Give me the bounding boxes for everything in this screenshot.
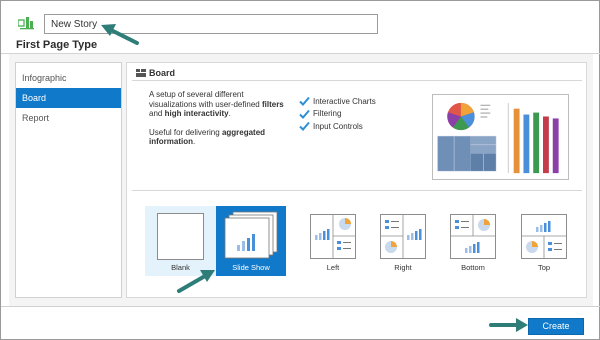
checkmark-icon [299,109,310,119]
checkmark-icon [299,97,310,107]
layout-option-top[interactable] [521,214,567,259]
feature-interactive-charts: Interactive Charts [299,95,376,108]
layout-label-slide-show: Slide Show [232,263,270,272]
board-description: A setup of several different visualizati… [149,90,289,156]
board-title: Board [149,68,176,78]
layout-label-left: Left [326,263,340,272]
feature-input-controls: Input Controls [299,120,376,133]
layout-divider [132,190,582,191]
footer-divider [1,306,600,307]
board-icon [136,69,146,77]
story-app-icon [18,17,34,30]
board-preview-image [432,94,569,180]
first-page-type-heading: First Page Type [16,39,98,51]
sidebar-item-infographic[interactable]: Infographic [16,68,121,88]
layout-option-left[interactable] [310,214,356,259]
annotation-arrow-icon [101,24,139,45]
create-button[interactable]: Create [528,318,584,335]
blank-layout-thumbnail [157,213,204,260]
layout-label-top: Top [537,263,551,272]
annotation-arrow-icon [489,318,528,332]
board-title-divider [132,80,582,81]
board-description-useful: Useful for delivering aggregated informa… [149,127,266,147]
annotation-arrow-icon [177,270,215,293]
feature-filtering: Filtering [299,108,376,121]
story-name-input[interactable] [44,14,378,34]
layout-option-right[interactable] [380,214,426,259]
layout-label-bottom: Bottom [461,263,485,272]
board-description-setup: A setup of several different visualizati… [149,90,284,118]
slide-show-thumbnail [224,211,278,259]
sidebar-item-report[interactable]: Report [16,108,121,128]
layout-option-bottom[interactable] [450,214,496,259]
new-story-dialog: First Page Type Infographic Board Report… [0,0,600,340]
page-type-list: Infographic Board Report [15,62,122,298]
board-feature-list: Interactive Charts Filtering Input Contr… [299,95,376,133]
checkmark-icon [299,122,310,132]
layout-label-right: Right [394,263,412,272]
sidebar-item-board[interactable]: Board [16,88,121,108]
